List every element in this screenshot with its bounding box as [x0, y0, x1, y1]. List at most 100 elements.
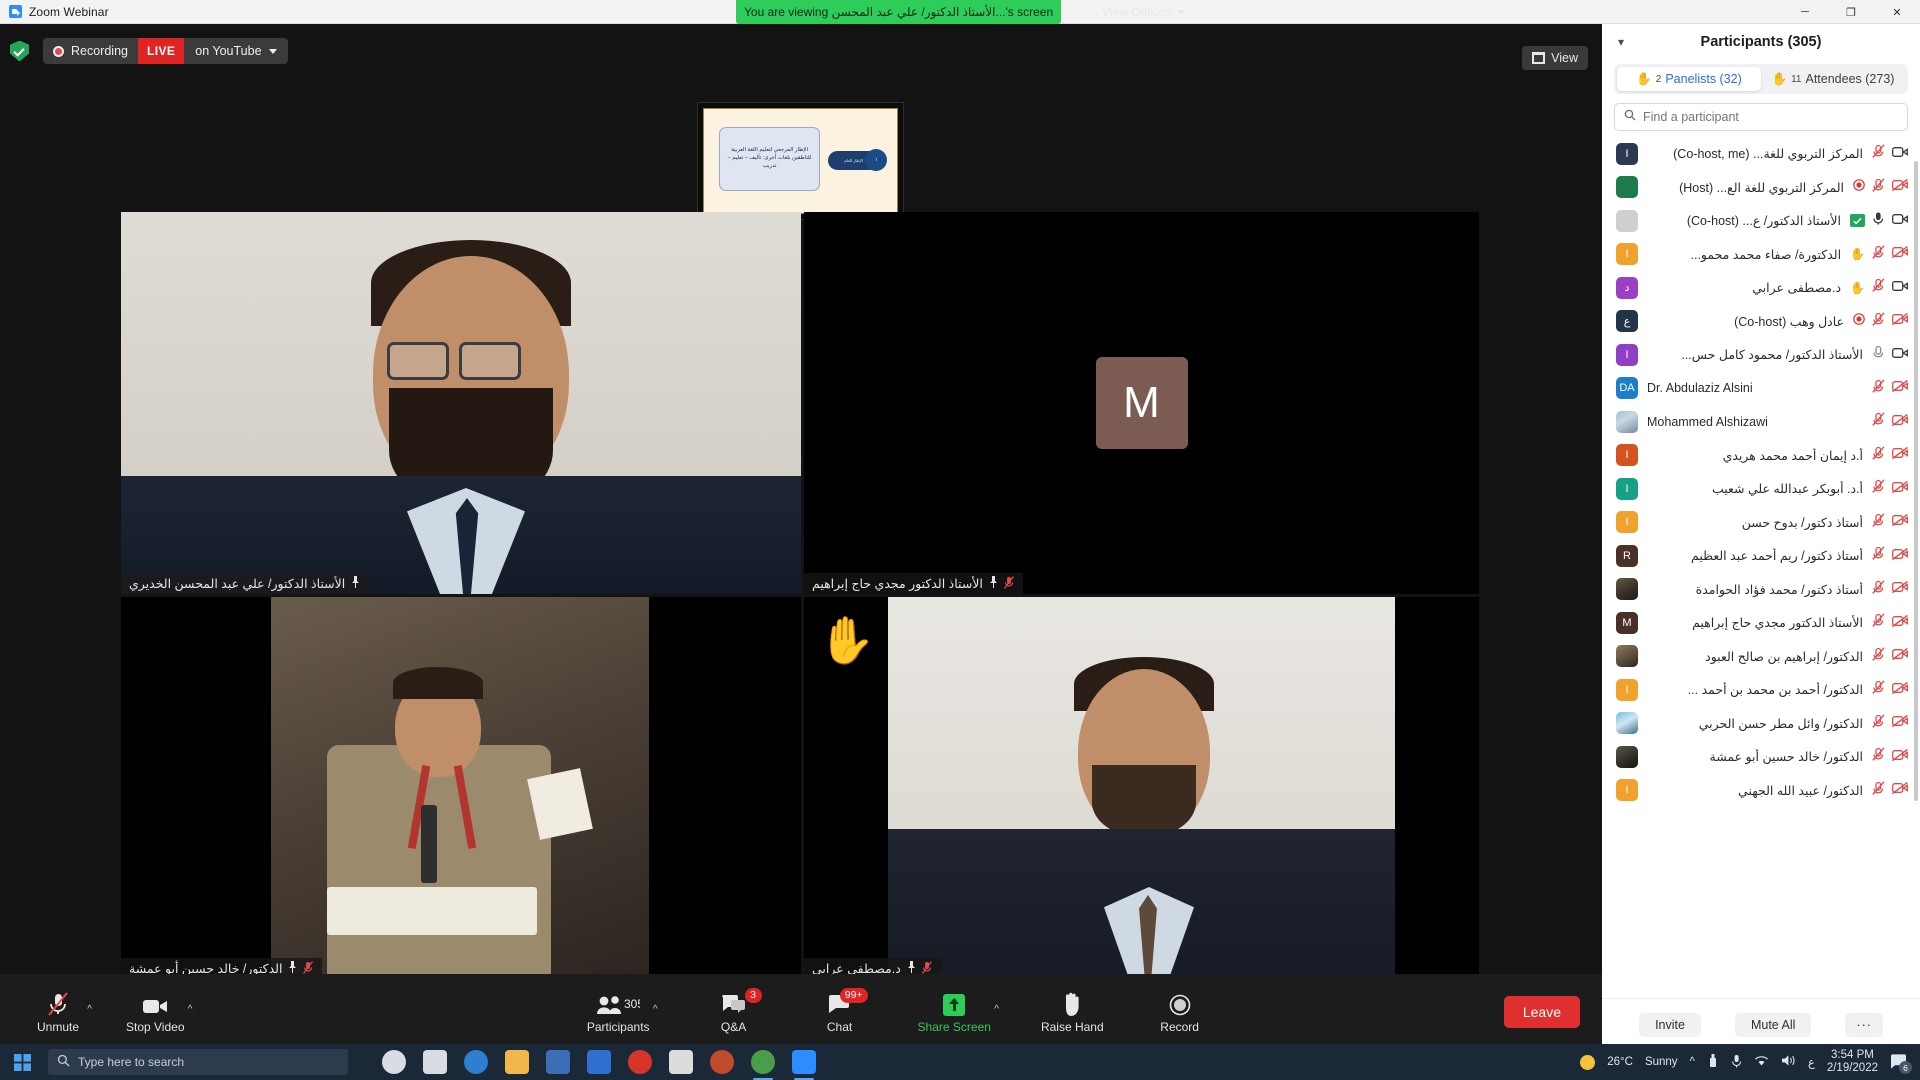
- participant-row[interactable]: الدكتور/ خالد حسين أبو عمشة: [1602, 740, 1920, 774]
- participants-caret-icon[interactable]: ^: [653, 1004, 658, 1015]
- leave-button[interactable]: Leave: [1503, 996, 1580, 1028]
- video-on-icon[interactable]: [1892, 279, 1908, 297]
- audio-options-caret-icon[interactable]: ^: [87, 1004, 92, 1015]
- participant-search[interactable]: [1614, 103, 1908, 131]
- video-off-icon[interactable]: [1891, 178, 1908, 196]
- video-off-icon[interactable]: [1891, 312, 1908, 330]
- participant-row[interactable]: I الأستاذ الدكتور/ محمود كامل حس...: [1602, 338, 1920, 372]
- participant-row[interactable]: المركز التربوي للغة الع... (Host): [1602, 171, 1920, 205]
- stop-video-button[interactable]: Stop Video ^: [120, 990, 193, 1034]
- participant-row[interactable]: Mohammed Alshizawi: [1602, 405, 1920, 439]
- participant-row[interactable]: الدكتور/ إبراهيم بن صالح العبود: [1602, 640, 1920, 674]
- share-screen-button[interactable]: Share Screen ^: [912, 990, 999, 1034]
- video-off-icon[interactable]: [1891, 480, 1908, 498]
- start-button[interactable]: [0, 1053, 44, 1071]
- recording-indicator[interactable]: Recording LIVE on YouTube: [43, 38, 288, 64]
- taskbar-clock[interactable]: 3:54 PM 2/19/2022: [1827, 1049, 1878, 1075]
- participant-row[interactable]: د د.مصطفى عرابي ✋: [1602, 271, 1920, 305]
- participant-row[interactable]: M الأستاذ الدكتور مجدي حاج إبراهيم: [1602, 606, 1920, 640]
- more-options-button[interactable]: ···: [1845, 1012, 1883, 1037]
- participant-row[interactable]: ع عادل وهب (Co-host): [1602, 305, 1920, 339]
- participant-row[interactable]: I الدكتور/ عبيد الله الجهني: [1602, 774, 1920, 808]
- opera-icon[interactable]: [628, 1050, 652, 1074]
- search-input[interactable]: [1643, 110, 1898, 124]
- video-off-icon[interactable]: [1891, 513, 1908, 531]
- chrome-icon[interactable]: [751, 1050, 775, 1080]
- chevron-up-icon[interactable]: ^: [1690, 1056, 1695, 1068]
- participant-row[interactable]: I أ.د إيمان أحمد محمد هريدي: [1602, 439, 1920, 473]
- mic-muted-icon[interactable]: [1872, 479, 1885, 498]
- mic-muted-icon[interactable]: [1872, 714, 1885, 733]
- invite-button[interactable]: Invite: [1639, 1012, 1701, 1037]
- notifications-button[interactable]: 6: [1890, 1054, 1912, 1074]
- media-player-icon[interactable]: [710, 1050, 734, 1074]
- chevron-down-icon[interactable]: ▾: [1618, 35, 1624, 49]
- participants-list[interactable]: I المركز التربوي للغة... (Co-host, me) الم…: [1602, 137, 1920, 998]
- video-tile-initial[interactable]: M الأستاذ الدكتور مجدي حاج إبراهيم: [804, 212, 1479, 594]
- share-options-caret-icon[interactable]: ^: [994, 1004, 999, 1015]
- video-tile-portrait[interactable]: ✋ د.مصطفى عرابي: [804, 597, 1479, 979]
- qa-button[interactable]: Q&A 3: [702, 988, 766, 1034]
- cortana-icon[interactable]: [382, 1050, 406, 1074]
- livestream-platform[interactable]: on YouTube: [184, 44, 287, 58]
- mic-muted-icon[interactable]: [1872, 613, 1885, 632]
- participant-row[interactable]: الدكتور/ وائل مطر حسن الحربي: [1602, 707, 1920, 741]
- close-button[interactable]: ✕: [1874, 0, 1920, 24]
- usb-icon[interactable]: [1707, 1053, 1719, 1071]
- mic-muted-icon[interactable]: [1872, 546, 1885, 565]
- microphone-icon[interactable]: [1731, 1054, 1742, 1071]
- video-on-icon[interactable]: [1892, 212, 1908, 230]
- video-off-icon[interactable]: [1891, 446, 1908, 464]
- view-layout-button[interactable]: View: [1522, 46, 1588, 70]
- participant-row[interactable]: I الدكتور/ أحمد بن محمد بن أحمد ...: [1602, 673, 1920, 707]
- video-off-icon[interactable]: [1891, 748, 1908, 766]
- unmute-button[interactable]: Unmute ^: [26, 990, 92, 1034]
- participants-button[interactable]: 305 Participants ^: [581, 990, 658, 1034]
- mic-muted-icon[interactable]: [1872, 278, 1885, 297]
- wifi-icon[interactable]: [1754, 1055, 1769, 1070]
- participant-row[interactable]: الأستاذ الدكتور/ ع... (Co-host): [1602, 204, 1920, 238]
- video-off-icon[interactable]: [1891, 379, 1908, 397]
- maximize-button[interactable]: ❐: [1828, 0, 1874, 24]
- video-off-icon[interactable]: [1891, 547, 1908, 565]
- raise-hand-button[interactable]: Raise Hand: [1035, 990, 1110, 1034]
- zoom-icon[interactable]: [792, 1050, 816, 1080]
- mic-muted-icon[interactable]: [1872, 513, 1885, 532]
- mic-muted-icon[interactable]: [1872, 781, 1885, 800]
- participant-row[interactable]: R أستاذ دكتور/ ريم أحمد عبد العظيم: [1602, 539, 1920, 573]
- mic-muted-icon[interactable]: [1872, 245, 1885, 264]
- mic-muted-icon[interactable]: [1872, 144, 1885, 163]
- store-icon[interactable]: [546, 1050, 570, 1074]
- view-options-button[interactable]: View Options: [1092, 0, 1195, 24]
- language-indicator[interactable]: ع: [1808, 1055, 1815, 1069]
- video-off-icon[interactable]: [1891, 647, 1908, 665]
- mute-all-button[interactable]: Mute All: [1734, 1012, 1812, 1037]
- mic-muted-icon[interactable]: [1872, 178, 1885, 197]
- minimize-button[interactable]: ─: [1782, 0, 1828, 24]
- tab-panelists[interactable]: ✋ 2 Panelists (32): [1617, 67, 1761, 91]
- video-options-caret-icon[interactable]: ^: [188, 1004, 193, 1015]
- video-tile-speaker[interactable]: الأستاذ الدكتور/ علي عبد المحسن الخديري: [121, 212, 801, 594]
- volume-icon[interactable]: [1781, 1054, 1796, 1070]
- video-tile-room[interactable]: الدكتور/ خالد حسين أبو عمشة: [121, 597, 801, 979]
- taskbar-search[interactable]: Type here to search: [48, 1049, 348, 1075]
- mic-muted-icon[interactable]: [1872, 647, 1885, 666]
- weather-condition[interactable]: Sunny: [1645, 1056, 1678, 1068]
- video-on-icon[interactable]: [1892, 145, 1908, 163]
- participant-row[interactable]: I أستاذ دكتور/ بدوح حسن: [1602, 506, 1920, 540]
- notepad-icon[interactable]: [669, 1050, 693, 1074]
- video-off-icon[interactable]: [1891, 681, 1908, 699]
- mic-on-icon[interactable]: [1872, 211, 1885, 230]
- participant-row[interactable]: I أ.د. أبوبكر عبدالله علي شعيب: [1602, 472, 1920, 506]
- chat-button[interactable]: Chat 99+: [808, 988, 872, 1034]
- mic-muted-icon[interactable]: [1872, 680, 1885, 699]
- video-off-icon[interactable]: [1891, 413, 1908, 431]
- video-on-icon[interactable]: [1892, 346, 1908, 364]
- video-off-icon[interactable]: [1891, 580, 1908, 598]
- record-button[interactable]: Record: [1148, 990, 1212, 1034]
- participant-row[interactable]: DA Dr. Abdulaziz Alsini: [1602, 372, 1920, 406]
- edge-icon[interactable]: [464, 1050, 488, 1074]
- task-view-icon[interactable]: [423, 1050, 447, 1074]
- mic-muted-icon[interactable]: [1872, 312, 1885, 331]
- participant-row[interactable]: أستاذ دكتور/ محمد فؤاد الحوامدة: [1602, 573, 1920, 607]
